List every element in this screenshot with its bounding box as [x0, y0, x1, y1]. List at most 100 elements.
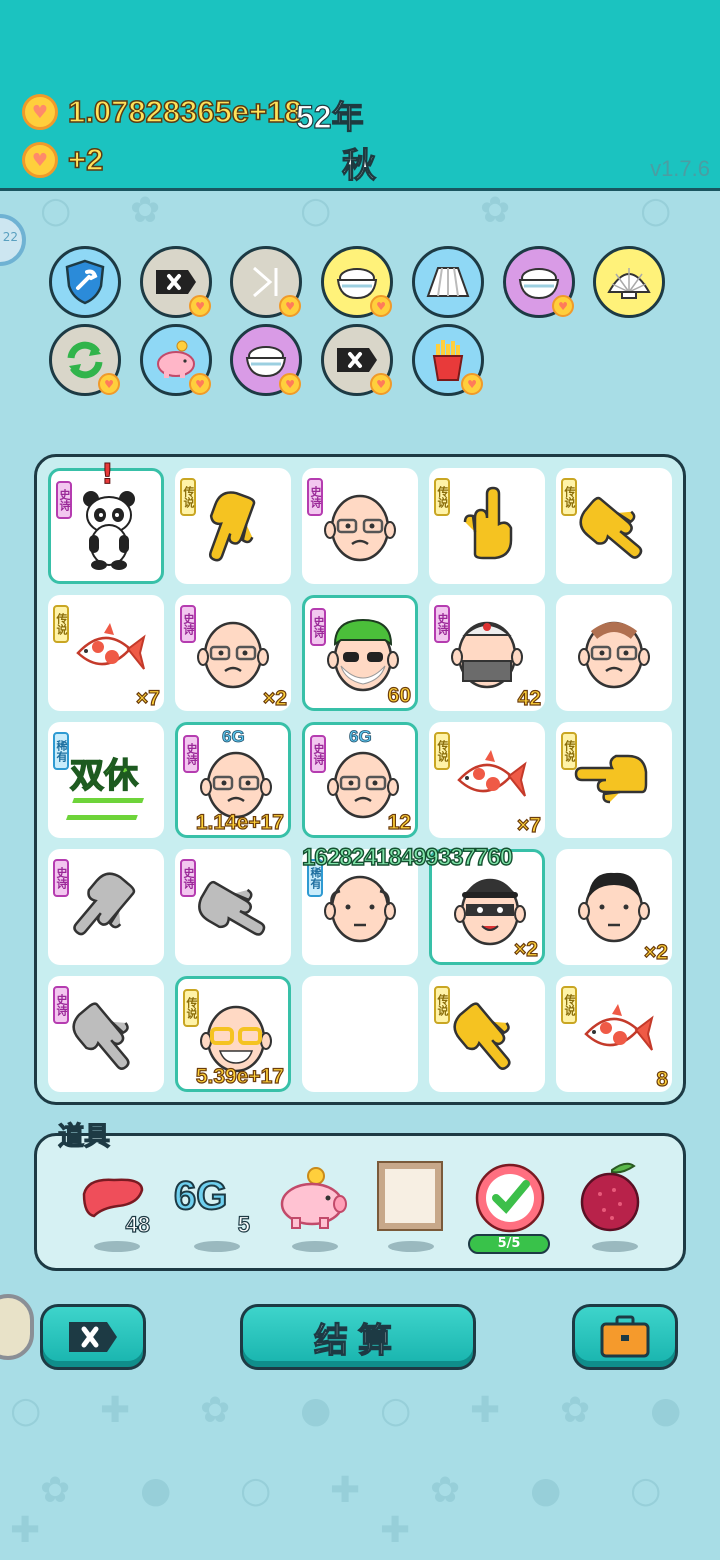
board-cell[interactable]: 史诗: [302, 468, 418, 584]
money-amount: 1.07828365e+18: [67, 93, 302, 130]
avatar[interactable]: [0, 1294, 34, 1360]
items-title: 道具: [57, 1121, 111, 1152]
cell-count: ×7: [516, 813, 541, 837]
version-label: v1.7.6: [650, 156, 710, 181]
striped-hair-man-face-icon: [572, 611, 656, 695]
empty-slot: [318, 992, 402, 1076]
close-button[interactable]: [40, 1304, 146, 1370]
ad-skip-icon[interactable]: ♥: [140, 246, 212, 318]
heart-icon: ♥: [461, 373, 483, 395]
income-coin-icon: ♥: [22, 142, 58, 178]
big-value-readout: 16282418499337760: [301, 843, 513, 871]
item-shadow: [194, 1241, 240, 1252]
board-cell[interactable]: 传说 ×7: [429, 722, 545, 838]
board-cell[interactable]: 传说: [175, 468, 291, 584]
item-shadow: [292, 1241, 338, 1252]
6g-icon: 6G: [173, 1173, 228, 1219]
board-cell[interactable]: 史诗: [175, 849, 291, 965]
panda-icon: [67, 487, 151, 571]
cell-count: 8: [656, 1067, 669, 1091]
level-badge[interactable]: 22: [0, 214, 26, 266]
board-cell[interactable]: 史诗 42: [429, 595, 545, 711]
heart-icon: ♥: [370, 295, 392, 317]
frame-icon: [377, 1161, 443, 1231]
heart-icon: ♥: [552, 295, 574, 317]
young-man-face-icon: [572, 865, 656, 949]
alert-icon: !: [101, 457, 115, 491]
pointing-up-hand-icon: [445, 484, 529, 568]
skip-forward-icon[interactable]: ♥: [230, 246, 302, 318]
heart-icon: ♥: [279, 295, 301, 317]
koi-fish-icon: [445, 738, 529, 822]
heart-icon: ♥: [189, 373, 211, 395]
frame-item[interactable]: [364, 1156, 454, 1256]
heart-icon: ♥: [370, 373, 392, 395]
board-cell[interactable]: [302, 976, 418, 1092]
pointing-hand-icon: [191, 484, 275, 568]
ad-close-icon: [69, 1322, 117, 1352]
gray-hand-icon: [64, 865, 148, 949]
board-cell[interactable]: 传说 ×7: [48, 595, 164, 711]
board-cell[interactable]: [556, 595, 672, 711]
shield-wrench-icon[interactable]: [49, 246, 121, 318]
double-rest-label: 双休: [64, 738, 148, 822]
shell-icon[interactable]: [593, 246, 665, 318]
board-cell[interactable]: 史诗 6G 1.14e+17: [175, 722, 291, 838]
bayberry-item[interactable]: [568, 1156, 658, 1256]
top-header: ♥ 1.07828365e+18 ♥ +2 52年 秋 v1.7.6: [0, 0, 720, 191]
coin-icon: ♥: [22, 94, 58, 130]
6g-item[interactable]: 6G 5: [170, 1156, 260, 1256]
board-cell[interactable]: 传说: [556, 468, 672, 584]
liver-count: 48: [125, 1211, 151, 1237]
old-man-face-icon: [318, 484, 402, 568]
settle-button[interactable]: 结算: [240, 1304, 476, 1370]
item-shadow: [592, 1241, 638, 1252]
board-cell[interactable]: 史诗!: [48, 457, 164, 584]
briefcase-button[interactable]: [572, 1304, 678, 1370]
board-cell[interactable]: 史诗 ×2: [175, 595, 291, 711]
cell-count: 1.14e+17: [195, 810, 284, 834]
old-man-face-icon: [191, 611, 275, 695]
fries-icon[interactable]: ♥: [412, 324, 484, 396]
heart-icon: ♥: [98, 373, 120, 395]
gray-hand-icon: [64, 992, 148, 1076]
rice-bowl-icon[interactable]: ♥: [321, 246, 393, 318]
board-cell[interactable]: 史诗 6G 12: [302, 722, 418, 838]
rice-bowl-icon[interactable]: ♥: [230, 324, 302, 396]
gray-hand-icon: [191, 865, 275, 949]
season-label: 秋: [341, 145, 376, 186]
board-cell[interactable]: 史诗: [48, 976, 164, 1092]
board-cell[interactable]: ×2: [556, 849, 672, 965]
settle-button-label: 结算: [313, 1320, 402, 1361]
board-cell[interactable]: 史诗: [48, 849, 164, 965]
skirt-icon[interactable]: [412, 246, 484, 318]
piggy-bank-icon[interactable]: ♥: [140, 324, 212, 396]
year-label: 52年: [295, 98, 364, 135]
piggy-bank-icon: [280, 1167, 347, 1229]
check-badge-icon: [475, 1163, 545, 1233]
heart-icon: ♥: [189, 295, 211, 317]
cell-count: 12: [387, 810, 412, 834]
cell-count: ×2: [262, 686, 287, 710]
double-rest-stripes: [65, 798, 145, 820]
pointing-hand-icon: [572, 738, 656, 822]
board-cell[interactable]: 稀有 双休: [48, 722, 164, 838]
liver-item[interactable]: 48: [70, 1156, 160, 1256]
board-cell[interactable]: 传说: [429, 468, 545, 584]
ad-skip-icon[interactable]: ♥: [321, 324, 393, 396]
board-cell[interactable]: 传说: [556, 722, 672, 838]
income-amount: +2: [67, 141, 104, 178]
rice-bowl-icon[interactable]: ♥: [503, 246, 575, 318]
pointing-hand-icon: [572, 484, 656, 568]
check-badge-item[interactable]: 5/5: [464, 1156, 554, 1256]
koi-fish-icon: [64, 611, 148, 695]
board-cell[interactable]: 史诗 60: [302, 595, 418, 711]
cell-count: ×2: [513, 937, 538, 961]
heart-icon: ♥: [279, 373, 301, 395]
item-shadow: [388, 1241, 434, 1252]
board-cell[interactable]: 传说 5.39e+17: [175, 976, 291, 1092]
board-cell[interactable]: 传说: [429, 976, 545, 1092]
board-cell[interactable]: 传说 8: [556, 976, 672, 1092]
piggy-item[interactable]: [268, 1156, 358, 1256]
refresh-icon[interactable]: ♥: [49, 324, 121, 396]
